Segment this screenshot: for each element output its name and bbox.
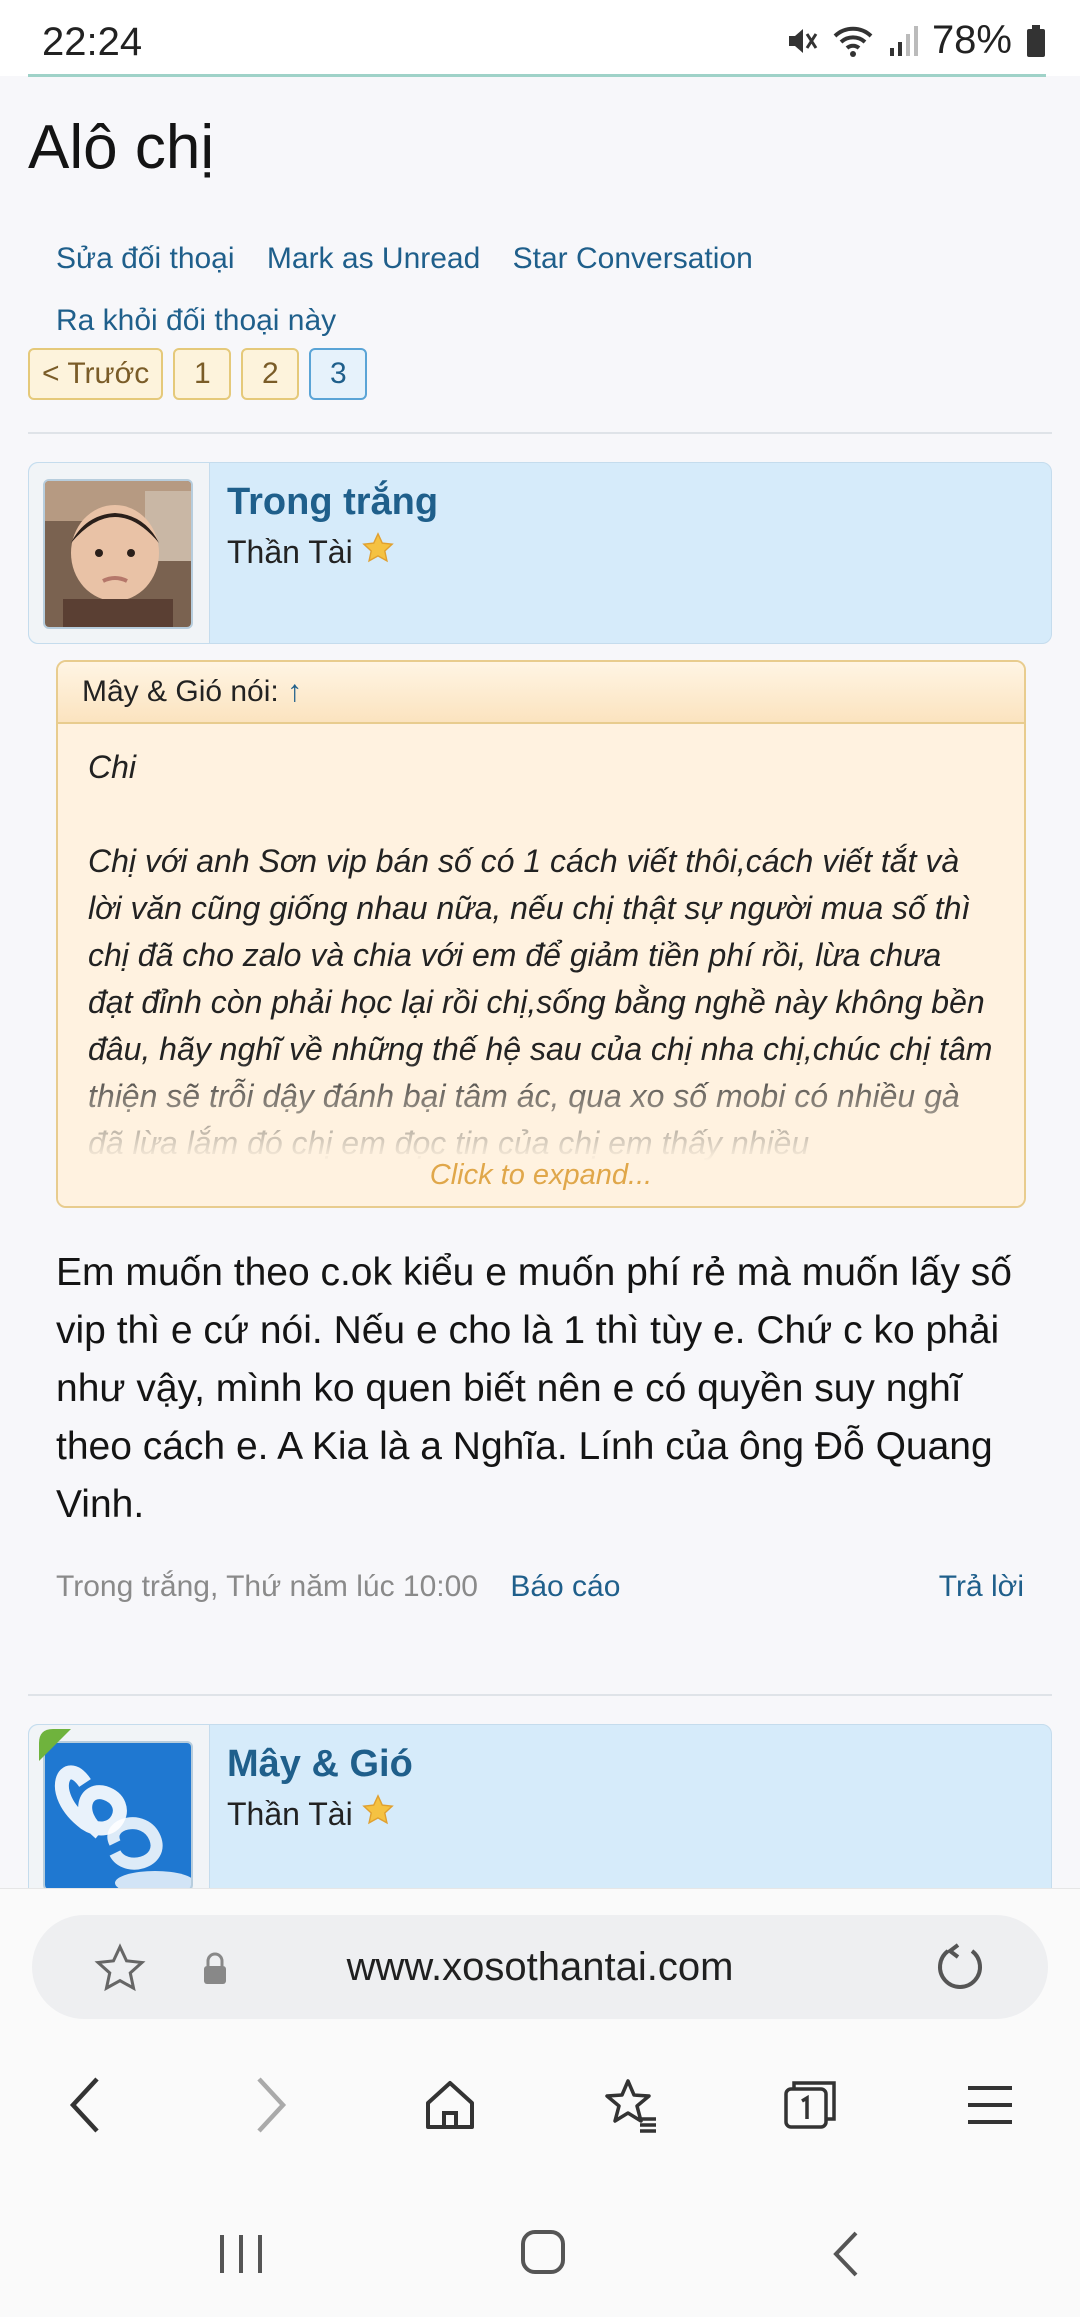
back-nav-icon[interactable]	[826, 2229, 866, 2284]
bookmarks-icon	[600, 2075, 660, 2140]
home-button[interactable]	[410, 2067, 490, 2147]
status-time: 22:24	[42, 20, 143, 64]
username[interactable]: Mây & Gió	[227, 1743, 413, 1786]
section-divider	[28, 1694, 1052, 1696]
status-bar: 22:24 78%	[0, 0, 1080, 76]
message-author-date: Trong trắng, Thứ năm lúc 10:00	[56, 1570, 478, 1603]
pager-page-2[interactable]: 2	[241, 348, 300, 400]
browser-toolbar: www.xosothantai.com	[0, 1888, 1080, 2317]
pager-prev-button[interactable]: < Trước	[28, 348, 164, 400]
username[interactable]: Trong trắng	[227, 481, 438, 524]
click-to-expand[interactable]: Click to expand...	[58, 1159, 1024, 1192]
home-nav-icon[interactable]	[518, 2227, 568, 2282]
battery-percent: 78%	[931, 18, 1012, 62]
mute-icon	[784, 24, 818, 58]
online-indicator-icon	[39, 1729, 71, 1766]
quote-jump-arrow[interactable]: ↑	[287, 675, 302, 708]
url-text[interactable]: www.xosothantai.com	[32, 1945, 1048, 1990]
back-icon	[61, 2075, 111, 2140]
reload-icon[interactable]	[932, 1939, 988, 2000]
star-conversation-link[interactable]: Star Conversation	[513, 242, 753, 275]
message-header: Mây & Gió Thần Tài	[28, 1724, 1052, 1906]
menu-button[interactable]	[950, 2067, 1030, 2147]
conversation-actions: Sửa đối thoại Mark as Unread Star Conver…	[56, 228, 1036, 352]
forward-icon	[245, 2075, 295, 2140]
forward-button[interactable]	[230, 2067, 310, 2147]
avatar[interactable]	[43, 479, 193, 629]
recent-apps-icon[interactable]	[216, 2231, 266, 2282]
message-header: Trong trắng Thần Tài	[28, 462, 1052, 644]
user-title: Thần Tài	[227, 1793, 395, 1835]
message-body: Em muốn theo c.ok kiểu e muốn phí rẻ mà …	[56, 1251, 1012, 1526]
quote-line: Chi	[88, 749, 137, 785]
section-divider	[28, 432, 1052, 434]
tabs-icon	[780, 2075, 840, 2140]
menu-icon	[962, 2080, 1018, 2135]
pager-page-1[interactable]: 1	[173, 348, 232, 400]
star-badge-icon	[361, 531, 395, 573]
user-title: Thần Tài	[227, 531, 395, 573]
system-nav-bar	[0, 2189, 1080, 2317]
pagination: < Trước 1 2 3	[28, 348, 368, 400]
home-icon	[420, 2075, 480, 2140]
battery-icon	[1026, 24, 1046, 58]
reply-link[interactable]: Trả lời	[939, 1570, 1024, 1604]
top-divider	[28, 74, 1046, 77]
leave-conversation-link[interactable]: Ra khỏi đối thoại này	[56, 304, 336, 337]
star-badge-icon	[361, 1793, 395, 1835]
quote-header: Mây & Gió nói: ↑	[58, 662, 1024, 724]
pager-page-3[interactable]: 3	[309, 348, 368, 400]
tabs-button[interactable]	[770, 2067, 850, 2147]
quote-block: Mây & Gió nói: ↑ Chi Chị với anh Sơn vip…	[56, 660, 1026, 1208]
quote-author: Mây & Gió nói:	[82, 675, 279, 708]
report-link[interactable]: Báo cáo	[510, 1570, 620, 1603]
user-rank: Thần Tài	[227, 1795, 353, 1832]
page-title: Alô chị	[28, 113, 215, 182]
user-rank: Thần Tài	[227, 533, 353, 570]
back-button[interactable]	[46, 2067, 126, 2147]
address-bar[interactable]: www.xosothantai.com	[32, 1915, 1048, 2019]
signal-icon	[888, 24, 918, 58]
bookmarks-button[interactable]	[590, 2067, 670, 2147]
browser-nav	[0, 2047, 1080, 2167]
message-meta: Trong trắng, Thứ năm lúc 10:00 Báo cáo T…	[56, 1570, 1024, 1604]
wifi-icon	[832, 24, 874, 58]
edit-conversation-link[interactable]: Sửa đối thoại	[56, 242, 235, 275]
mark-unread-link[interactable]: Mark as Unread	[267, 242, 480, 275]
status-icons: 78%	[784, 18, 1046, 63]
